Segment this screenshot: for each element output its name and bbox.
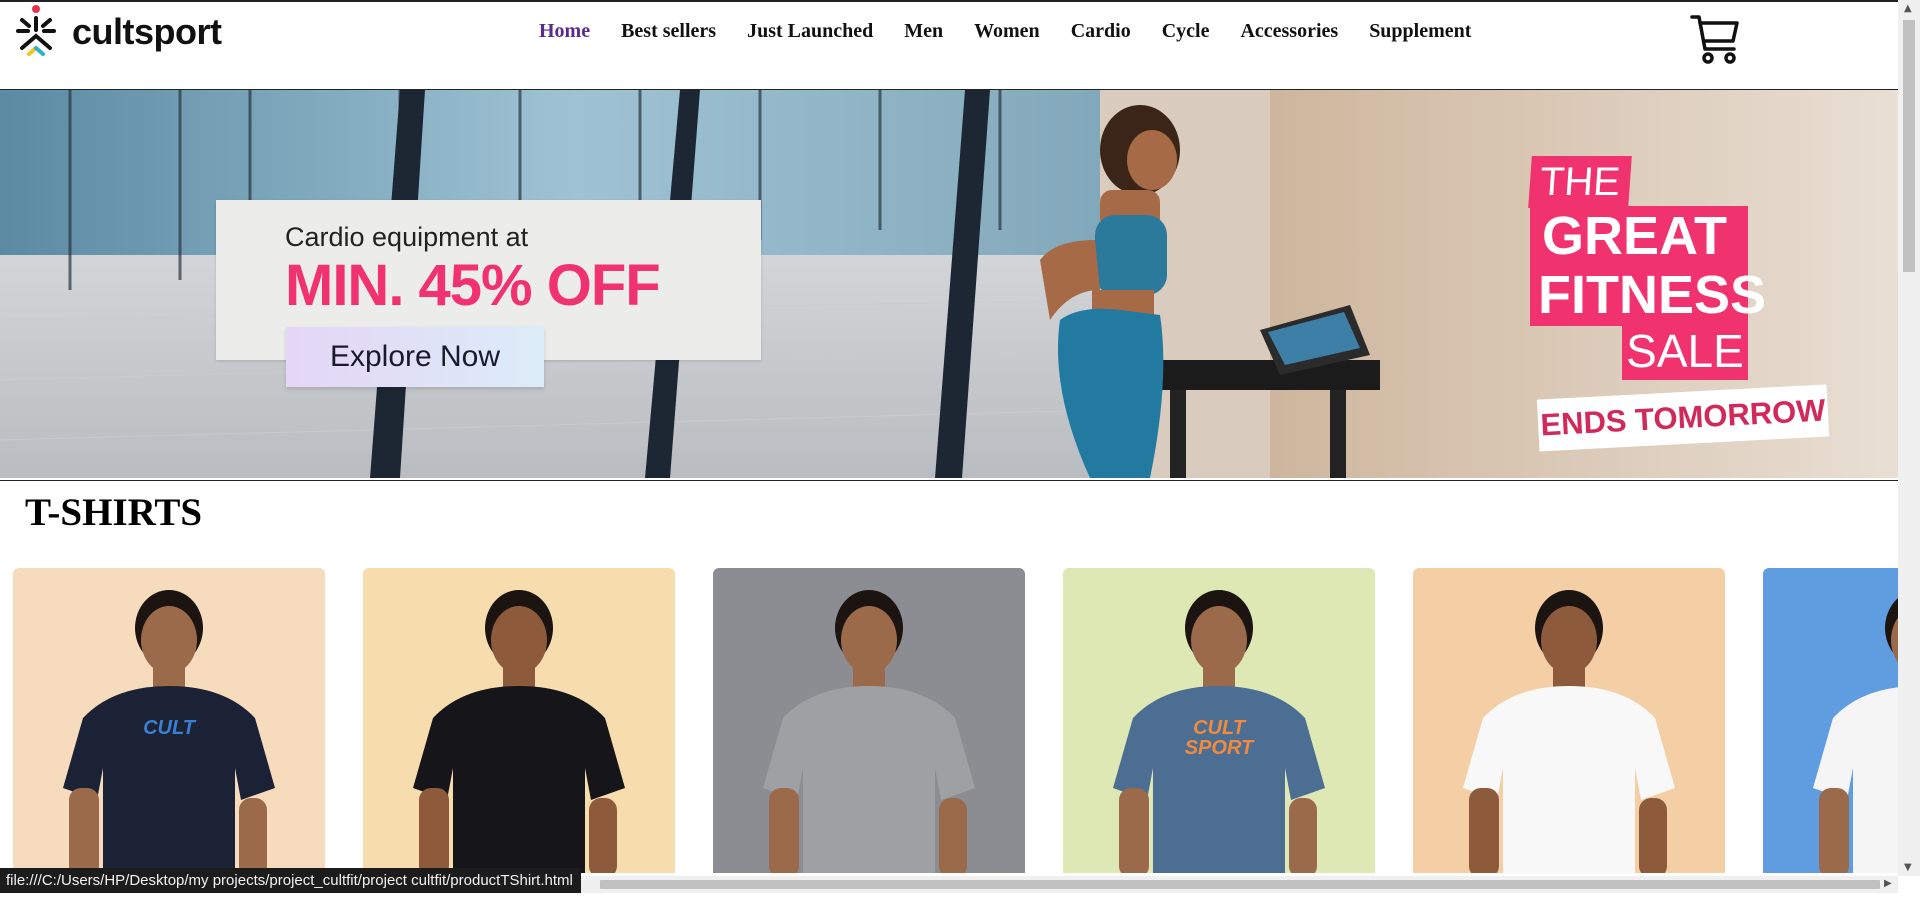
cart-icon[interactable] [1690, 13, 1740, 65]
scroll-down-arrow-icon[interactable]: ▼ [1904, 862, 1912, 873]
nav-item-cycle[interactable]: Cycle [1162, 20, 1210, 43]
nav-item-accessories[interactable]: Accessories [1240, 20, 1338, 43]
nav-item-supplement[interactable]: Supplement [1369, 20, 1471, 43]
nav-item-just-launched[interactable]: Just Launched [747, 20, 873, 43]
sale-sale-text: SALE [1622, 322, 1748, 380]
product-card[interactable] [1413, 568, 1725, 873]
nav-item-cardio[interactable]: Cardio [1071, 20, 1131, 43]
product-card[interactable]: CULT SPORT [1063, 568, 1375, 873]
hero-banner[interactable]: Cardio equipment at MIN. 45% OFF Explore… [0, 89, 1898, 481]
vertical-scroll-thumb[interactable] [1903, 20, 1915, 272]
product-image [763, 590, 975, 873]
product-card[interactable] [1763, 568, 1898, 873]
explore-now-button[interactable]: Explore Now [286, 327, 544, 387]
vertical-scrollbar[interactable]: ▲ ▼ [1898, 0, 1920, 876]
product-print-graphic: CULT SPORT [1184, 717, 1254, 759]
status-bar-url: file:///C:/Users/HP/Desktop/my projects/… [0, 868, 581, 893]
main-nav: Home Best sellers Just Launched Men Women Car… [539, 20, 1502, 43]
scroll-right-arrow-icon[interactable]: ▶ [1884, 878, 1892, 889]
promo-headline: MIN. 45% OFF [285, 253, 661, 318]
brand-logo[interactable]: cultsport [12, 2, 222, 62]
section-title: T-SHIRTS [25, 491, 203, 534]
site-header: cultsport Home Best sellers Just Launched M… [0, 2, 1898, 90]
sale-graphic: THE GREAT FITNESS SALE ENDS TOMORROW [1528, 156, 1860, 452]
scroll-up-arrow-icon[interactable]: ▲ [1904, 3, 1912, 14]
horizontal-scroll-thumb[interactable] [600, 880, 1880, 889]
product-image [1813, 598, 1898, 873]
nav-item-home[interactable]: Home [539, 20, 590, 43]
product-print-graphic: CULT [143, 717, 195, 739]
sale-fitness-text: FITNESS [1530, 264, 1766, 326]
promo-subtitle: Cardio equipment at [285, 222, 529, 252]
nav-item-men[interactable]: Men [904, 20, 943, 43]
cult-logo-icon [16, 5, 56, 56]
brand-name: cultsport [72, 11, 222, 52]
product-card[interactable]: CULT [13, 568, 325, 873]
sale-great-text: GREAT [1530, 206, 1748, 266]
product-card[interactable] [713, 568, 1025, 873]
sale-the-text: THE [1528, 156, 1632, 208]
nav-item-best-sellers[interactable]: Best sellers [621, 20, 716, 43]
product-card[interactable] [363, 568, 675, 873]
product-image [413, 590, 625, 873]
product-image [1463, 590, 1675, 873]
nav-item-women[interactable]: Women [974, 20, 1040, 43]
product-carousel: CULT CULT SPORT [13, 568, 1898, 873]
